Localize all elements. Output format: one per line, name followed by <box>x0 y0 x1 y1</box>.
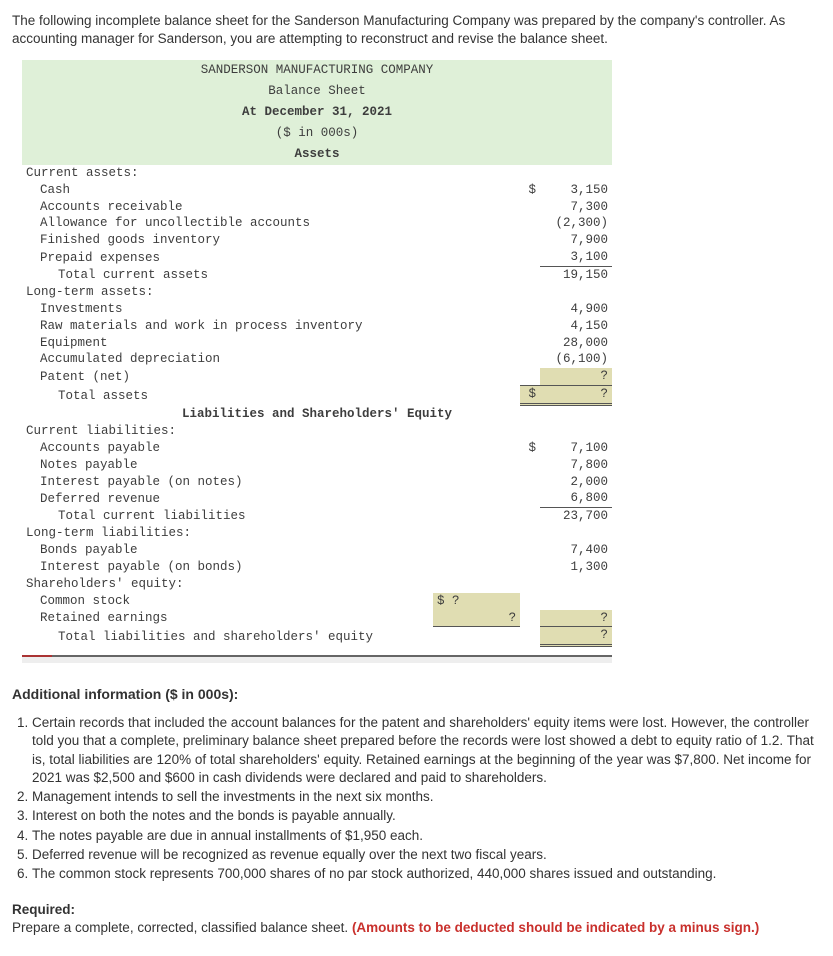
row-lta: Long-term assets: <box>22 284 433 301</box>
intro-text: The following incomplete balance sheet f… <box>12 12 821 48</box>
row-re: Retained earnings <box>22 610 433 627</box>
row-ar: Accounts receivable <box>22 199 433 216</box>
progress-bar <box>22 655 612 663</box>
row-inv: Investments <box>22 301 433 318</box>
row-cl: Current liabilities: <box>22 423 433 440</box>
val-tlse: ? <box>540 627 612 646</box>
additional-info-title: Additional information ($ in 000s): <box>12 685 821 704</box>
liab-header: Liabilities and Shareholders' Equity <box>22 405 612 423</box>
row-prepaid: Prepaid expenses <box>22 249 433 266</box>
val-ta: ? <box>540 386 612 405</box>
row-allowance: Allowance for uncollectible accounts <box>22 215 433 232</box>
row-fg: Finished goods inventory <box>22 232 433 249</box>
info-item-6: The common stock represents 700,000 shar… <box>32 865 821 883</box>
val-ar: 7,300 <box>540 199 612 216</box>
info-item-2: Management intends to sell the investmen… <box>32 788 821 806</box>
assets-header: Assets <box>22 144 612 165</box>
row-ap: Accounts payable <box>22 440 433 457</box>
required-instruction: Prepare a complete, corrected, classifie… <box>12 920 352 935</box>
row-patent: Patent (net) <box>22 368 433 385</box>
row-cs: Common stock <box>22 593 433 610</box>
info-item-4: The notes payable are due in annual inst… <box>32 827 821 845</box>
val-inv: 4,900 <box>540 301 612 318</box>
row-ta: Total assets <box>22 386 433 405</box>
row-np: Notes payable <box>22 457 433 474</box>
val-np: 7,800 <box>540 457 612 474</box>
row-tca: Total current assets <box>22 267 433 284</box>
row-ipb: Interest payable (on bonds) <box>22 559 433 576</box>
currency-symbol: $ <box>520 386 540 405</box>
row-tlse: Total liabilities and shareholders' equi… <box>22 627 433 646</box>
val-prepaid: 3,100 <box>540 249 612 266</box>
val-tca: 19,150 <box>540 267 612 284</box>
required-text: Prepare a complete, corrected, classifie… <box>12 919 821 937</box>
val-ipn: 2,000 <box>540 474 612 491</box>
required-label: Required: <box>12 901 821 919</box>
val-ap: 7,100 <box>540 440 612 457</box>
units-note: ($ in 000s) <box>22 123 612 144</box>
val-rawwip: 4,150 <box>540 318 612 335</box>
val-equip: 28,000 <box>540 335 612 352</box>
required-red-note: (Amounts to be deducted should be indica… <box>352 920 759 935</box>
row-accdep: Accumulated depreciation <box>22 351 433 368</box>
row-tcl: Total current liabilities <box>22 508 433 525</box>
row-current-assets: Current assets: <box>22 165 433 182</box>
row-cash: Cash <box>22 182 433 199</box>
val-accdep: (6,100) <box>540 351 612 368</box>
currency-question: $ ? <box>433 593 464 610</box>
report-title: Balance Sheet <box>22 81 612 102</box>
val-bp: 7,400 <box>540 542 612 559</box>
val-allowance: (2,300) <box>540 215 612 232</box>
val-fg: 7,900 <box>540 232 612 249</box>
currency-symbol: $ <box>520 440 540 457</box>
row-defrev: Deferred revenue <box>22 490 433 507</box>
row-ipn: Interest payable (on notes) <box>22 474 433 491</box>
additional-info-list: Certain records that included the accoun… <box>16 714 821 883</box>
val-re: ? <box>540 610 612 627</box>
row-rawwip: Raw materials and work in process invent… <box>22 318 433 335</box>
company-name: SANDERSON MANUFACTURING COMPANY <box>22 60 612 81</box>
row-se: Shareholders' equity: <box>22 576 433 593</box>
report-date: At December 31, 2021 <box>22 102 612 123</box>
val-re-col: ? <box>464 610 521 627</box>
row-ltl: Long-term liabilities: <box>22 525 433 542</box>
val-defrev: 6,800 <box>540 490 612 507</box>
currency-symbol: $ <box>520 182 540 199</box>
val-ipb: 1,300 <box>540 559 612 576</box>
row-equip: Equipment <box>22 335 433 352</box>
info-item-3: Interest on both the notes and the bonds… <box>32 807 821 825</box>
val-patent: ? <box>540 368 612 385</box>
info-item-5: Deferred revenue will be recognized as r… <box>32 846 821 864</box>
balance-sheet-table: SANDERSON MANUFACTURING COMPANY Balance … <box>22 60 612 647</box>
val-cash: 3,150 <box>540 182 612 199</box>
info-item-1: Certain records that included the accoun… <box>32 714 821 787</box>
row-bp: Bonds payable <box>22 542 433 559</box>
val-tcl: 23,700 <box>540 508 612 525</box>
